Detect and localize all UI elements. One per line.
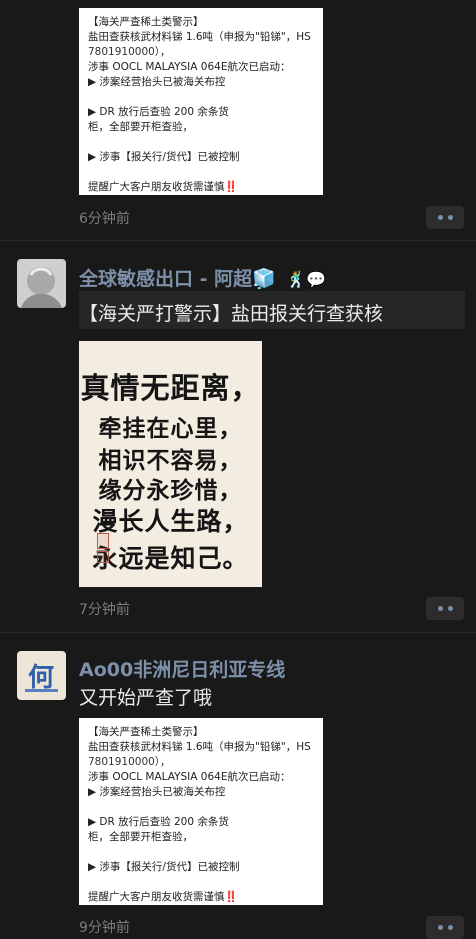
notice-line: ▶ DR 放行后查验 200 余条货 xyxy=(88,106,229,118)
notice-line: 盐田查获核武材料锑 1.6吨（申报为"铅锑"，HS xyxy=(88,741,311,753)
notice-line: 涉事 OOCL MALAYSIA 064E航次已启动： xyxy=(88,771,291,783)
post-time: 6分钟前 xyxy=(79,211,130,227)
avatar[interactable]: 何 xyxy=(17,651,66,700)
avatar-decoration xyxy=(25,689,58,692)
seal-stamp xyxy=(97,551,109,563)
calligraphy-line: 相识不容易， xyxy=(98,447,243,474)
dot-icon xyxy=(437,925,443,930)
notice-line: 【海关严查稀土类警示】 xyxy=(88,16,204,28)
notice-image-card[interactable]: 【海关严查稀土类警示】 盐田查获核武材料锑 1.6吨（申报为"铅锑"，HS 78… xyxy=(79,718,323,905)
calligraphy-line: 真情无距离， xyxy=(80,371,261,405)
notice-line: 柜，全部要开柜查验， xyxy=(88,831,193,843)
dot-icon xyxy=(437,606,443,611)
post-time: 7分钟前 xyxy=(79,602,130,618)
calligraphy-image[interactable]: 真情无距离， 牵挂在心里， 相识不容易， 缘分永珍惜， 漫长人生路， 永远是知己… xyxy=(79,341,262,587)
double-exclamation-icon: ‼️ xyxy=(224,891,238,903)
post-text: 又开始严查了哦 xyxy=(79,687,213,709)
post-divider xyxy=(0,240,476,241)
dot-icon xyxy=(447,215,453,220)
notice-line: ▶ 涉案经营抬头已被海关布控 xyxy=(88,76,226,88)
dot-icon xyxy=(447,925,453,930)
more-actions-button[interactable] xyxy=(426,916,464,939)
notice-line: ▶ 涉事【报关行/货代】已被控制 xyxy=(88,151,240,163)
notice-image-card[interactable]: 【海关严查稀土类警示】 盐田查获核武材料锑 1.6吨（申报为"铅锑"，HS 78… xyxy=(79,8,323,195)
author-name[interactable]: Ao00非洲尼日利亚专线 xyxy=(79,655,285,682)
dot-icon xyxy=(437,215,443,220)
notice-line: ▶ 涉事【报关行/货代】已被控制 xyxy=(88,861,240,873)
more-actions-button[interactable] xyxy=(426,206,464,229)
notice-line: 盐田查获核武材料锑 1.6吨（申报为"铅锑"，HS xyxy=(88,31,311,43)
seal-stamp xyxy=(97,533,109,549)
author-name[interactable]: 全球敏感出口 - 阿超🧊 🕺💬 xyxy=(79,264,326,291)
avatar[interactable] xyxy=(17,259,66,308)
calligraphy-line: 牵挂在心里， xyxy=(98,415,243,442)
notice-line: 7801910000）， xyxy=(88,46,171,58)
post-divider xyxy=(0,632,476,633)
more-actions-button[interactable] xyxy=(426,597,464,620)
post-text: 【海关严打警示】盐田报关行查获核 xyxy=(79,303,384,325)
notice-line: 涉事 OOCL MALAYSIA 064E航次已启动： xyxy=(88,61,291,73)
notice-line: 【海关严查稀土类警示】 xyxy=(88,726,204,738)
notice-line: 7801910000）， xyxy=(88,756,171,768)
notice-line: 柜，全部要开柜查验， xyxy=(88,121,193,133)
calligraphy-line: 缘分永珍惜， xyxy=(98,477,243,504)
post-time: 9分钟前 xyxy=(79,920,130,936)
dot-icon xyxy=(447,606,453,611)
notice-line: ▶ DR 放行后查验 200 余条货 xyxy=(88,816,229,828)
notice-line: 提醒广大客户朋友收货需谨慎‼️ xyxy=(88,181,238,193)
double-exclamation-icon: ‼️ xyxy=(224,181,238,193)
notice-line: 提醒广大客户朋友收货需谨慎‼️ xyxy=(88,891,238,903)
author-status-emoji: 🕺💬 xyxy=(286,270,327,289)
avatar-image xyxy=(17,259,66,308)
notice-line: ▶ 涉案经营抬头已被海关布控 xyxy=(88,786,226,798)
author-name-text: 全球敏感出口 - 阿超🧊 xyxy=(79,268,276,290)
